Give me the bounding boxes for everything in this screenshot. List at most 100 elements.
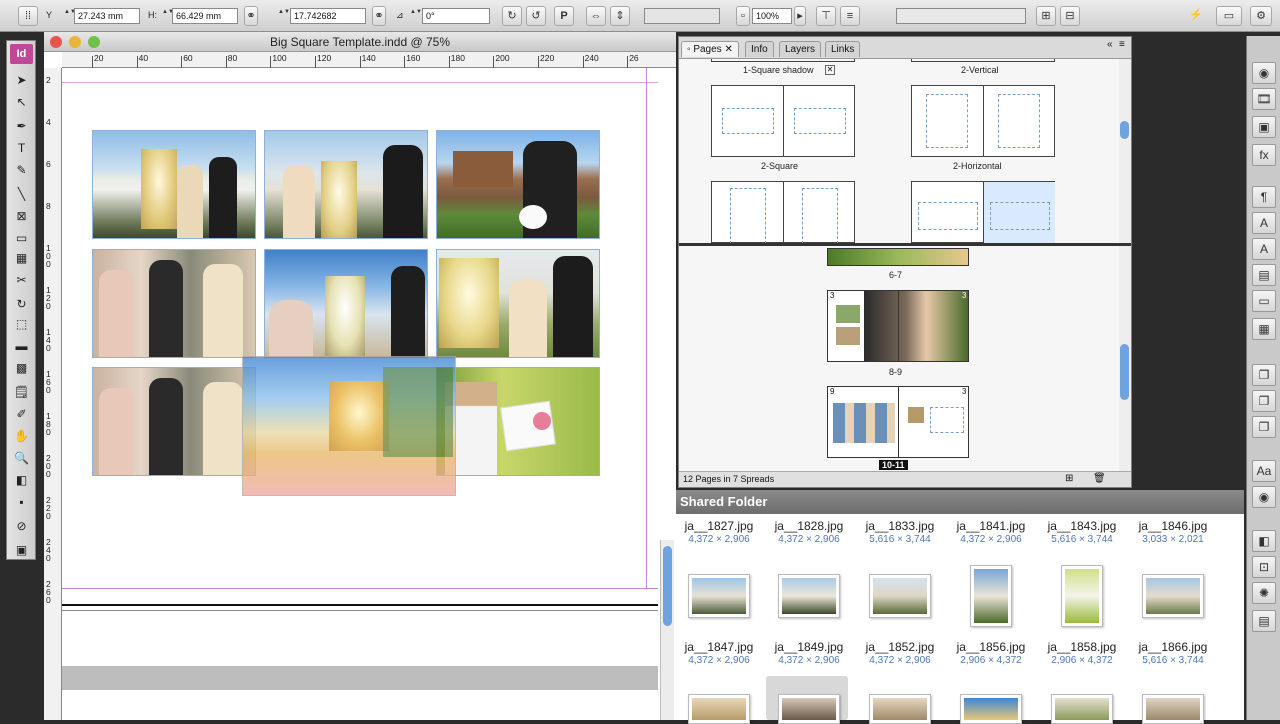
styles-icon[interactable]: ▤: [1252, 264, 1276, 286]
stroke-weight-field[interactable]: [644, 8, 720, 24]
fit-frame-icon[interactable]: ⊞: [1036, 6, 1056, 26]
pages-stack-icon[interactable]: ❐: [1252, 364, 1276, 386]
h-field[interactable]: 66.429 mm: [172, 8, 238, 24]
type-tool-icon[interactable]: T: [10, 139, 33, 158]
selection-tool-icon[interactable]: ➤: [10, 71, 33, 90]
scroll-thumb[interactable]: [1120, 344, 1129, 400]
links-stack-icon[interactable]: ❐: [1252, 416, 1276, 438]
spread-thumb[interactable]: [827, 248, 969, 266]
flip-horizontal-icon[interactable]: ⇔: [586, 6, 606, 26]
pathfinder-icon[interactable]: ◧: [1252, 530, 1276, 552]
photo-frame[interactable]: [92, 130, 256, 239]
file-name[interactable]: ja__1847.jpg: [676, 640, 762, 654]
photo-frame[interactable]: [436, 130, 600, 239]
file-name[interactable]: ja__1843.jpg: [1039, 519, 1125, 533]
scale-stepper[interactable]: ▲▼: [278, 9, 290, 23]
view-mode-icon[interactable]: ▣: [10, 541, 33, 560]
pen-tool-icon[interactable]: ✒: [10, 117, 33, 136]
rotate-cw-icon[interactable]: ↻: [502, 6, 522, 26]
opacity-icon[interactable]: ▫: [736, 6, 750, 26]
new-page-icon[interactable]: ⊞: [1065, 473, 1073, 484]
glyphs-icon[interactable]: Aa: [1252, 460, 1276, 482]
photo-frame[interactable]: [92, 367, 256, 476]
spreads-scrollbar[interactable]: [1119, 246, 1131, 471]
workspace-icon[interactable]: ▭: [1216, 6, 1242, 26]
fx-icon[interactable]: fx: [1252, 144, 1276, 166]
masters-scrollbar[interactable]: [1119, 59, 1131, 243]
scroll-thumb[interactable]: [1120, 121, 1129, 139]
tab-info[interactable]: Info: [745, 41, 774, 57]
gradient-feather-tool-icon[interactable]: ▩: [10, 359, 33, 378]
file-name[interactable]: ja__1858.jpg: [1039, 640, 1125, 654]
image-icon[interactable]: ▣: [1252, 116, 1276, 138]
image-thumbnail[interactable]: [1061, 565, 1103, 627]
panel-collapse-icon[interactable]: «: [1107, 39, 1113, 50]
image-thumbnail[interactable]: [1142, 574, 1204, 618]
document-canvas[interactable]: [62, 68, 658, 720]
table-tool-icon[interactable]: ▦: [10, 249, 33, 268]
tab-layers[interactable]: Layers: [779, 41, 822, 57]
globe-icon[interactable]: ◉: [1252, 62, 1276, 84]
layers-stack-icon[interactable]: ❐: [1252, 390, 1276, 412]
file-name[interactable]: ja__1828.jpg: [766, 519, 852, 533]
vertical-scrollbar[interactable]: [660, 540, 674, 720]
scale-link-icon[interactable]: ⚭: [372, 6, 386, 26]
spread-thumb-10-11[interactable]: 9 3: [827, 386, 969, 458]
character-icon[interactable]: A: [1252, 212, 1276, 234]
file-name[interactable]: ja__1846.jpg: [1130, 519, 1216, 533]
h-stepper[interactable]: ▲▼: [162, 9, 174, 23]
direct-selection-tool-icon[interactable]: ↖: [10, 93, 33, 112]
master-thumb-2-square[interactable]: [711, 85, 855, 157]
file-name[interactable]: ja__1833.jpg: [857, 519, 943, 533]
effects-icon[interactable]: ✺: [1252, 582, 1276, 604]
constrain-proportions-icon[interactable]: ⚭: [244, 6, 258, 26]
master-thumb-2-vertical[interactable]: [911, 85, 1055, 157]
image-thumbnail[interactable]: [869, 574, 931, 618]
image-thumbnail[interactable]: [778, 574, 840, 618]
master-thumb-2-horizontal[interactable]: [911, 181, 1055, 243]
zoom-field[interactable]: 100%: [752, 8, 792, 24]
zoom-arrow-icon[interactable]: ▸: [794, 6, 806, 26]
file-name[interactable]: ja__1827.jpg: [676, 519, 762, 533]
type-icon[interactable]: A: [1252, 238, 1276, 260]
rectangle-tool-icon[interactable]: ▭: [10, 229, 33, 248]
angle-field[interactable]: 0°: [422, 8, 490, 24]
style-dropdown[interactable]: [896, 8, 1026, 24]
film-icon[interactable]: 🎞: [1252, 88, 1276, 110]
hand-tool-icon[interactable]: ✋: [10, 427, 33, 446]
flip-vertical-icon[interactable]: ⇕: [610, 6, 630, 26]
panel-menu-icon[interactable]: ≡: [1119, 39, 1125, 50]
p-button[interactable]: P: [554, 6, 574, 26]
y-field[interactable]: 27.243 mm: [74, 8, 140, 24]
pencil-tool-icon[interactable]: ✎: [10, 161, 33, 180]
horizontal-ruler[interactable]: 20 40 60 80 100 120 140 160 180 200 220 240 26: [62, 52, 676, 68]
rotate-ccw-icon[interactable]: ↺: [526, 6, 546, 26]
close-window-icon[interactable]: [50, 36, 62, 48]
photo-frame[interactable]: [92, 249, 256, 358]
file-name[interactable]: ja__1866.jpg: [1130, 640, 1216, 654]
y-stepper[interactable]: ▲▼: [64, 9, 76, 23]
note-tool-icon[interactable]: 🗒: [10, 383, 33, 402]
trash-icon[interactable]: 🗑: [1093, 473, 1106, 484]
vertical-ruler[interactable]: 2 4 6 8 1 0 0 1 2 0 1 4 0 1 6 0 1 8 0 2 0 0 2 2 0 2…: [44, 68, 62, 720]
tab-links[interactable]: Links: [825, 41, 861, 57]
file-name[interactable]: ja__1852.jpg: [857, 640, 943, 654]
tab-pages[interactable]: ◦ Pages ✕: [681, 41, 739, 57]
photo-frame[interactable]: [264, 249, 428, 358]
fill-stroke-swatch-icon[interactable]: ◧: [10, 471, 33, 490]
gradient-tool-icon[interactable]: ▬: [10, 337, 33, 356]
scale-field[interactable]: 17.742682: [290, 8, 366, 24]
scroll-thumb[interactable]: [663, 546, 672, 626]
rectangle-frame-tool-icon[interactable]: ⊠: [10, 207, 33, 226]
swatches-icon[interactable]: ▦: [1252, 318, 1276, 340]
dragged-image-preview[interactable]: [242, 356, 456, 496]
apply-none-icon[interactable]: ⊘: [10, 517, 33, 536]
photo-frame[interactable]: [436, 249, 600, 358]
search-panel-icon[interactable]: ⚙: [1250, 6, 1272, 26]
line-tool-icon[interactable]: ╲: [10, 185, 33, 204]
rotate-tool-icon[interactable]: ↻: [10, 295, 33, 314]
file-name[interactable]: ja__1841.jpg: [948, 519, 1034, 533]
table-icon[interactable]: ▤: [1252, 610, 1276, 632]
align-icon[interactable]: ⊡: [1252, 556, 1276, 578]
lightning-icon[interactable]: ⚡: [1186, 6, 1206, 26]
